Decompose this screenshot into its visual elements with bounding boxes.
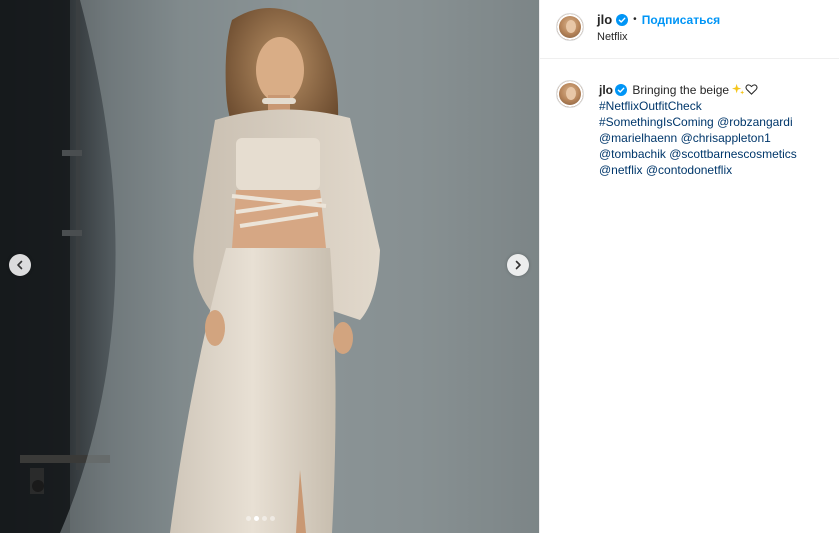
mention-link[interactable]: @netflix: [599, 163, 643, 177]
author-username[interactable]: jlo: [597, 12, 612, 27]
chevron-right-icon: [515, 260, 521, 270]
mention-link[interactable]: @chrisappleton1: [681, 131, 771, 145]
mention-link[interactable]: @robzangardi: [717, 115, 793, 129]
mention-link[interactable]: @scottbarnescosmetics: [669, 147, 797, 161]
author-line: jlo • Подписаться: [597, 12, 720, 27]
author-avatar[interactable]: [556, 13, 584, 41]
sparkles-icon: [732, 83, 745, 95]
follow-button[interactable]: Подписаться: [642, 13, 720, 27]
carousel-next-button[interactable]: [507, 254, 529, 276]
carousel-prev-button[interactable]: [9, 254, 31, 276]
carousel-dot: [262, 516, 267, 521]
heart-outline-icon: [745, 84, 758, 95]
verified-badge-icon: [615, 84, 627, 96]
post-media[interactable]: [0, 0, 539, 533]
carousel-dot: [270, 516, 275, 521]
caption-lead-text: Bringing the beige: [632, 83, 730, 97]
chevron-left-icon: [17, 260, 23, 270]
carousel-dots: [246, 516, 275, 521]
carousel-dot-active: [254, 516, 259, 521]
hashtag-link[interactable]: #NetflixOutfitCheck: [599, 99, 702, 113]
hashtag-link[interactable]: #SomethingIsComing: [599, 115, 714, 129]
post-side-panel: jlo • Подписаться Netflix jlo Bringing t…: [539, 0, 839, 533]
verified-badge-icon: [616, 13, 629, 26]
post-location[interactable]: Netflix: [597, 31, 628, 43]
post-header: jlo • Подписаться Netflix: [540, 0, 839, 59]
header-separator: •: [633, 14, 637, 25]
post-photo: [0, 0, 539, 533]
caption-author-avatar[interactable]: [556, 80, 584, 108]
caption-text: jlo Bringing the beige #NetflixOutfitChe…: [599, 82, 829, 178]
mention-link[interactable]: @tombachik: [599, 147, 666, 161]
caption-username[interactable]: jlo: [599, 83, 613, 97]
mention-link[interactable]: @marielhaenn: [599, 131, 677, 145]
carousel-dot: [246, 516, 251, 521]
mention-link[interactable]: @contodonetflix: [646, 163, 732, 177]
